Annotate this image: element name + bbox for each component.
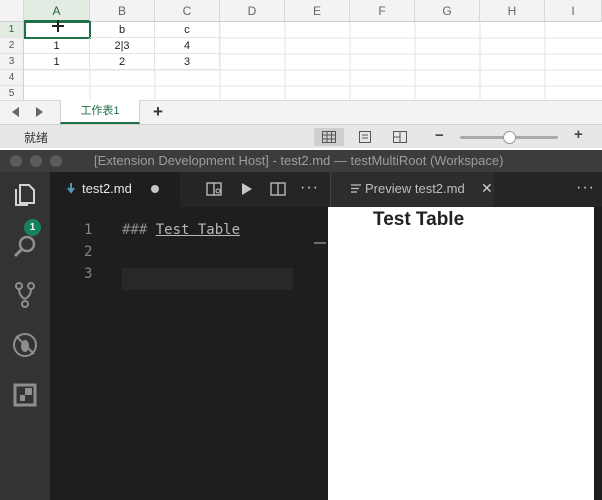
column-header-c[interactable]: C <box>155 0 220 22</box>
editor-tab-label: test2.md <box>82 181 132 196</box>
run-icon[interactable] <box>238 181 254 197</box>
current-line-highlight <box>122 268 293 290</box>
spreadsheet-window: A B C D E F G H I 1 2 3 4 5 b c 1 2|3 4 … <box>0 0 602 150</box>
title-bar: [Extension Development Host] - test2.md … <box>0 150 602 172</box>
open-preview-icon[interactable] <box>206 181 222 197</box>
preview-group: Preview test2.md ✕ ··· Test Table <box>326 172 602 500</box>
cell-b1[interactable]: b <box>90 22 155 38</box>
cell-a2[interactable]: 1 <box>24 38 90 54</box>
sheet-tab-1[interactable]: 工作表1 <box>60 100 140 124</box>
page-break-icon <box>393 131 407 143</box>
sheet-status-bar: 就绪 − + <box>0 124 602 148</box>
zoom-out-button[interactable]: − <box>435 127 444 144</box>
editor-tabs: test2.md ··· <box>50 172 326 207</box>
activity-bar: 1 <box>0 172 50 500</box>
vscode-window: [Extension Development Host] - test2.md … <box>0 150 602 500</box>
zoom-in-button[interactable]: + <box>574 126 583 143</box>
column-header-h[interactable]: H <box>480 0 545 22</box>
extensions-icon[interactable] <box>12 382 38 408</box>
line-number-3: 3 <box>84 266 93 282</box>
search-icon[interactable] <box>12 234 38 260</box>
preview-tab[interactable]: Preview test2.md ✕ <box>330 172 494 207</box>
zoom-slider-thumb[interactable] <box>503 131 516 144</box>
scrollbar-marker[interactable] <box>314 242 326 244</box>
debug-icon[interactable] <box>12 332 38 358</box>
markdown-file-icon <box>67 183 75 194</box>
row-header-2[interactable]: 2 <box>0 38 24 54</box>
heading-marker: ### <box>122 222 156 238</box>
source-control-icon[interactable] <box>12 282 38 308</box>
column-header-f[interactable]: F <box>350 0 415 22</box>
markdown-preview[interactable]: Test Table <box>328 207 594 500</box>
line-number-1: 1 <box>84 222 93 238</box>
window-title: [Extension Development Host] - test2.md … <box>94 153 504 168</box>
editor-group: test2.md ··· 1 2 3 ### Test Table <box>50 172 326 500</box>
select-all-corner[interactable] <box>0 0 24 22</box>
heading-text: Test Table <box>155 222 241 238</box>
column-header-b[interactable]: B <box>90 0 155 22</box>
column-header-a[interactable]: A <box>24 0 90 22</box>
editor-tab-test2[interactable]: test2.md <box>50 172 180 207</box>
cell-c2[interactable]: 4 <box>155 38 220 54</box>
normal-view-button[interactable] <box>314 128 344 146</box>
row-header-4[interactable]: 4 <box>0 70 24 86</box>
column-header-g[interactable]: G <box>415 0 480 22</box>
column-header-e[interactable]: E <box>285 0 350 22</box>
status-ready-text: 就绪 <box>24 131 49 145</box>
explorer-icon[interactable] <box>12 182 38 208</box>
grid-view-icon <box>322 131 336 143</box>
preview-lines-icon <box>351 184 361 193</box>
cell-c1[interactable]: c <box>155 22 220 38</box>
preview-tabs: Preview test2.md ✕ ··· <box>326 172 602 207</box>
cursor-crosshair-icon <box>52 20 64 32</box>
page-break-view-button[interactable] <box>385 128 415 146</box>
row-header-1[interactable]: 1 <box>0 22 24 38</box>
page-layout-view-button[interactable] <box>350 128 380 146</box>
column-header-d[interactable]: D <box>220 0 285 22</box>
cell-c3[interactable]: 3 <box>155 54 220 70</box>
code-line-1[interactable]: ### Test Table <box>122 222 240 238</box>
preview-heading: Test Table <box>373 209 465 230</box>
prev-sheet-icon[interactable] <box>12 107 19 117</box>
unsaved-dot-icon[interactable] <box>151 185 159 193</box>
cell-a3[interactable]: 1 <box>24 54 90 70</box>
close-window-icon[interactable] <box>10 155 22 167</box>
row-header-3[interactable]: 3 <box>0 54 24 70</box>
split-editor-icon[interactable] <box>270 181 286 197</box>
minimize-window-icon[interactable] <box>30 155 42 167</box>
preview-tab-label: Preview test2.md <box>365 181 465 196</box>
cell-b3[interactable]: 2 <box>90 54 155 70</box>
maximize-window-icon[interactable] <box>50 155 62 167</box>
add-sheet-button[interactable]: + <box>150 101 166 123</box>
cell-b2[interactable]: 2|3 <box>90 38 155 54</box>
sheet-tab-bar: 工作表1 + <box>0 100 602 124</box>
preview-more-actions-icon[interactable]: ··· <box>576 179 595 197</box>
column-header-i[interactable]: I <box>545 0 602 22</box>
close-tab-icon[interactable]: ✕ <box>481 180 493 197</box>
editor-more-actions-icon[interactable]: ··· <box>300 179 319 197</box>
next-sheet-icon[interactable] <box>36 107 43 117</box>
page-layout-icon <box>359 131 371 143</box>
line-number-2: 2 <box>84 244 93 260</box>
